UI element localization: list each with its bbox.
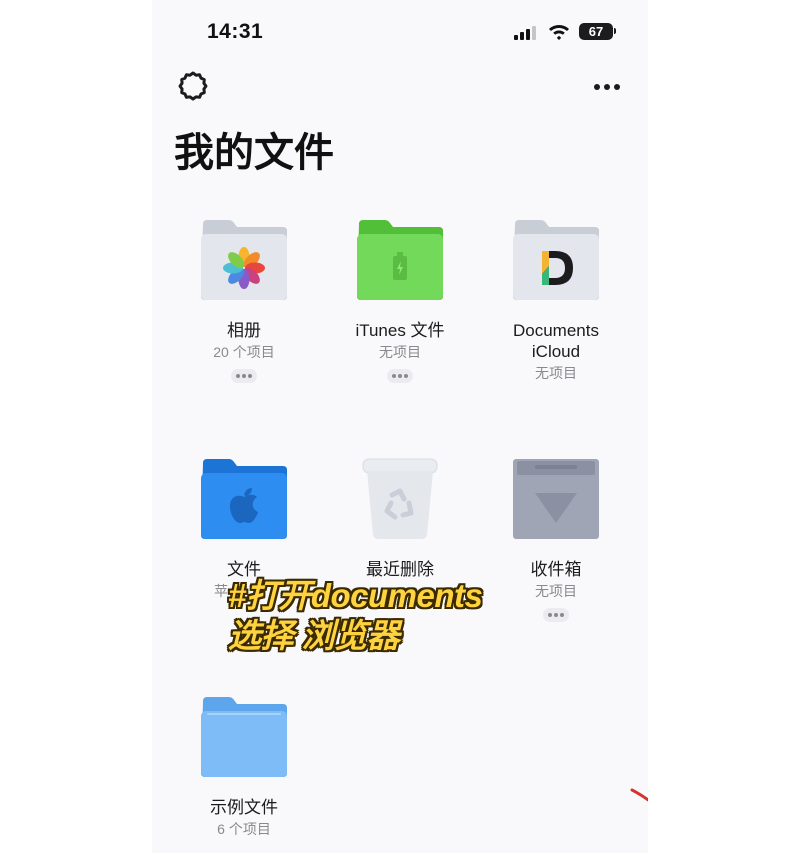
right-margin [648, 0, 800, 853]
page-title: 我的文件 [174, 131, 334, 175]
item-name: 相册 [227, 321, 261, 340]
item-name: Documents iCloud [513, 321, 599, 361]
caption-line-2: 选择 浏览器 [228, 617, 400, 654]
red-annotation-stroke [630, 788, 648, 802]
folder-inbox[interactable]: 收件箱 无项目 [481, 457, 631, 622]
battery-indicator: 67 [579, 23, 613, 40]
item-name: 示例文件 [210, 798, 278, 817]
caption-line-1: #打开documents [228, 577, 483, 614]
folder-sample-files[interactable]: 示例文件 6 个项目 [169, 695, 319, 840]
gear-icon[interactable] [178, 71, 208, 101]
item-count: 无项目 [535, 365, 577, 381]
item-count: 无项目 [535, 583, 577, 599]
trash-icon [355, 457, 445, 539]
overlay-caption: #打开documents 选择 浏览器 [228, 576, 483, 656]
item-more-button[interactable] [387, 369, 413, 383]
photos-folder-icon [199, 218, 289, 300]
folder-documents-icloud[interactable]: Documents iCloud 无项目 [481, 218, 631, 384]
item-name: 收件箱 [530, 560, 582, 579]
item-count: 6 个项目 [217, 821, 271, 837]
documents-folder-icon [511, 218, 601, 300]
item-more-button[interactable] [543, 608, 569, 622]
item-name: iTunes 文件 [355, 321, 445, 340]
battery-tip [614, 28, 616, 34]
folder-itunes[interactable]: iTunes 文件 无项目 [325, 218, 475, 383]
wifi-icon [549, 25, 569, 40]
phone-screen: 14:31 67 我的文件 相册 20 个项目 iTunes 文件 无项目 Do… [152, 0, 648, 853]
more-options-button[interactable] [592, 78, 622, 96]
itunes-folder-icon [355, 218, 445, 300]
item-count: 20 个项目 [213, 344, 275, 360]
inbox-icon [511, 457, 601, 539]
folder-recently-deleted[interactable]: 最近删除 [325, 457, 475, 580]
item-more-button[interactable] [231, 369, 257, 383]
status-time: 14:31 [207, 20, 264, 43]
item-count: 无项目 [379, 344, 421, 360]
left-margin [0, 0, 152, 853]
cellular-signal-icon [514, 26, 540, 40]
apple-folder-icon [199, 457, 289, 539]
folder-icon [199, 695, 289, 777]
folder-photos[interactable]: 相册 20 个项目 [169, 218, 319, 383]
